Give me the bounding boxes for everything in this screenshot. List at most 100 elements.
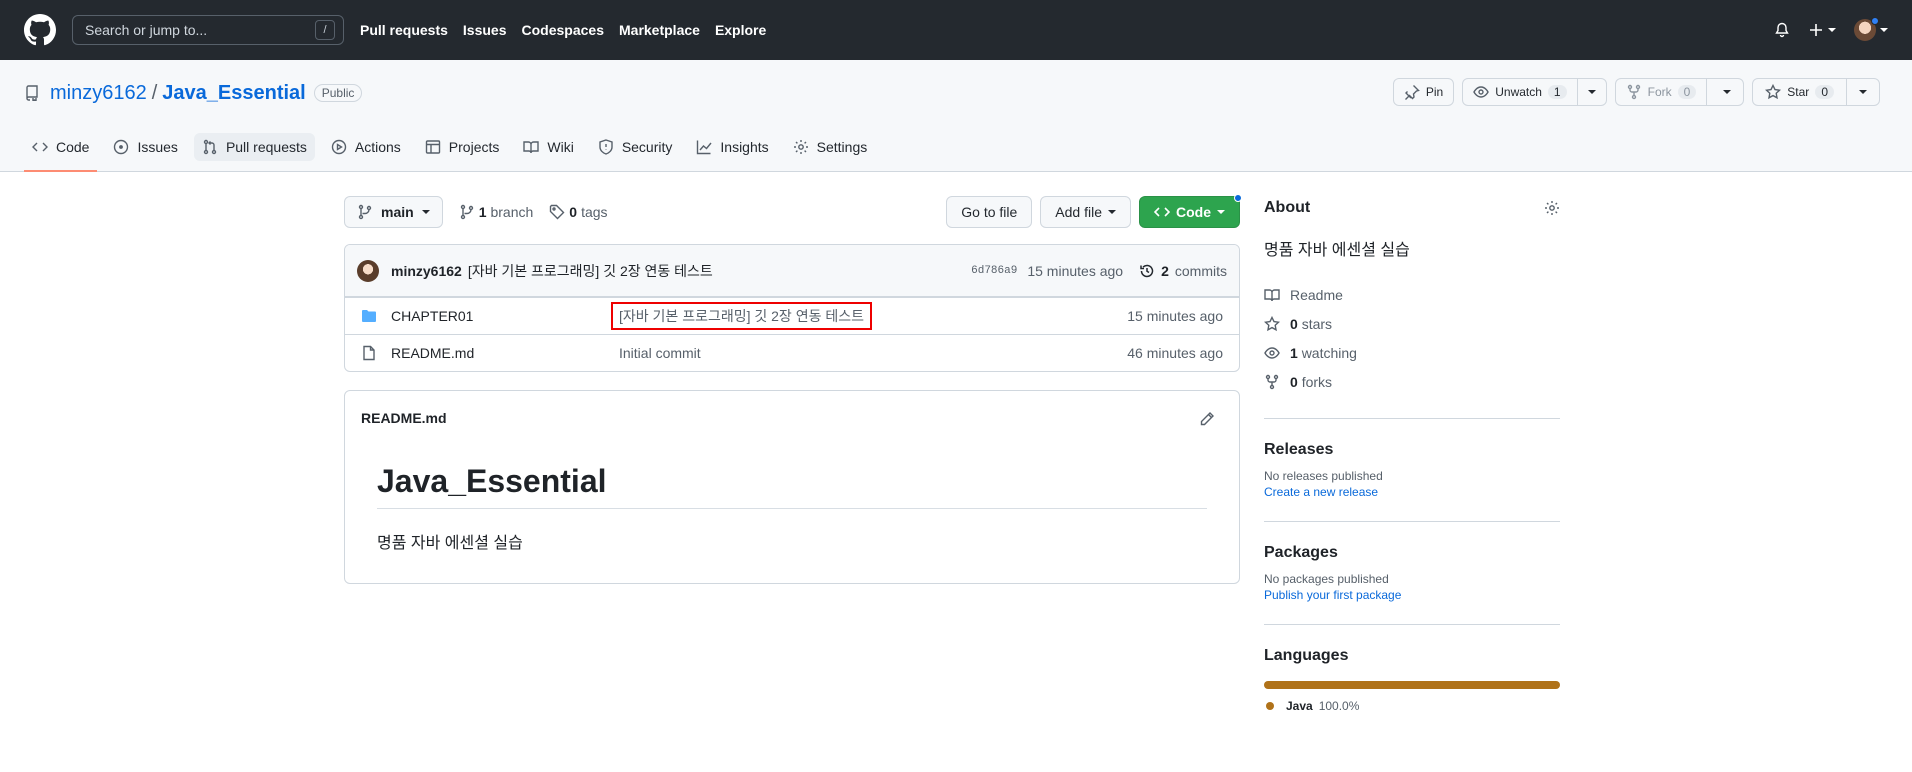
tab-insights[interactable]: Insights [688,123,776,171]
readme-heading: Java_Essential [377,463,1207,509]
commit-sha[interactable]: 6d786a9 [971,265,1017,277]
file-row[interactable]: CHAPTER01 [자바 기본 프로그래밍] 깃 2장 연동 테스트 15 m… [345,297,1239,334]
fork-dropdown[interactable] [1706,79,1743,105]
user-menu[interactable] [1854,17,1888,41]
file-icon [363,345,375,361]
language-item[interactable]: Java 100.0% [1264,699,1560,713]
star-counter: 0 [1815,85,1834,99]
forks-label: forks [1301,373,1333,390]
file-age: 15 minutes ago [1127,308,1223,324]
commits-link[interactable]: 2 commits [1139,263,1227,279]
tab-wiki[interactable]: Wiki [515,123,581,171]
search-input[interactable]: Search or jump to... / [72,15,344,45]
file-commit-message[interactable]: [자바 기본 프로그래밍] 깃 2장 연동 테스트 [611,302,1127,330]
global-nav-issues[interactable]: Issues [463,22,507,38]
shield-icon [599,139,613,155]
github-logo-icon[interactable] [24,14,56,46]
tab-settings-label: Settings [816,139,868,155]
pin-button[interactable]: Pin [1392,78,1455,106]
unwatch-button[interactable]: Unwatch 1 [1463,79,1576,105]
unwatch-dropdown[interactable] [1576,79,1606,105]
go-to-file-button[interactable]: Go to file [946,196,1033,228]
language-bar [1264,681,1560,689]
header-right [1774,17,1888,41]
bell-icon[interactable] [1774,22,1790,38]
readme-link[interactable]: Readme [1264,280,1560,309]
pull-request-icon [203,139,217,155]
languages-title: Languages [1264,647,1349,664]
tags-link[interactable]: 0 tags [549,204,608,220]
branch-icon [358,204,372,220]
tab-projects[interactable]: Projects [417,123,508,171]
commit-count-label: commits [1174,262,1227,279]
create-release-link[interactable]: Create a new release [1264,485,1560,499]
tab-pull-requests-label: Pull requests [225,139,307,155]
star-icon [1765,84,1782,100]
tab-code[interactable]: Code [24,123,98,172]
gear-icon[interactable] [1544,200,1560,216]
file-name-cell: CHAPTER01 [361,308,619,324]
fork-button-group: Fork 0 [1614,78,1745,106]
releases-title[interactable]: Releases [1264,441,1560,459]
forks-link[interactable]: 0 forks [1264,367,1560,396]
create-new-menu[interactable] [1808,22,1836,38]
tab-projects-label: Projects [448,139,500,155]
global-nav-marketplace[interactable]: Marketplace [619,22,700,38]
commit-author-avatar[interactable] [357,259,379,282]
forks-count: 0 [1290,373,1298,390]
fork-button[interactable]: Fork 0 [1616,79,1707,105]
plus-icon [1810,24,1822,36]
repo-header: minzy6162 / Java_Essential Public Pin Un… [0,60,1912,172]
language-percent: 100.0% [1318,699,1360,713]
file-age: 46 minutes ago [1127,345,1223,361]
tag-count-label: tags [581,204,608,220]
branch-selector[interactable]: main [344,196,443,228]
tab-actions[interactable]: Actions [323,123,409,171]
global-nav-pull-requests[interactable]: Pull requests [360,22,448,38]
status-dot [1871,17,1879,25]
tab-security[interactable]: Security [590,123,681,171]
file-name[interactable]: README.md [391,345,474,361]
fork-icon [1265,374,1279,389]
pencil-icon[interactable] [1199,411,1215,427]
watching-count: 1 [1290,344,1298,361]
star-dropdown[interactable] [1846,79,1879,105]
file-name-cell: README.md [361,345,619,361]
global-nav-codespaces[interactable]: Codespaces [522,22,604,38]
repo-sidebar: About 명품 자바 에센셜 실습 Readme 0 stars 1 watc… [1264,196,1560,713]
gear-icon [793,140,808,154]
add-file-button[interactable]: Add file [1040,196,1131,228]
tab-settings[interactable]: Settings [785,123,876,171]
commit-meta: 6d786a9 15 minutes ago 2 commits [971,263,1227,279]
publish-package-link[interactable]: Publish your first package [1264,588,1560,602]
repo-owner-link[interactable]: minzy6162 [50,82,147,105]
commit-age: 15 minutes ago [1027,262,1124,279]
packages-title[interactable]: Packages [1264,544,1560,562]
repo-tabs: Code Issues Pull requests Actions Projec… [24,123,883,172]
tab-pull-requests[interactable]: Pull requests [193,133,315,161]
repo-name-link[interactable]: Java_Essential [162,82,305,105]
file-row[interactable]: README.md Initial commit 46 minutes ago [345,334,1239,371]
code-button[interactable]: Code [1139,194,1242,228]
repo-actions: Pin Unwatch 1 Fork 0 Star 0 [1392,78,1880,106]
star-icon [1264,315,1280,331]
sidebar-divider [1264,624,1560,625]
file-commit-message[interactable]: Initial commit [619,345,1127,361]
file-navigation: main 1 branch 0 tags Go to file Add file… [344,194,1242,228]
book-icon [523,141,540,154]
commit-author[interactable]: minzy6162 [391,263,462,279]
star-button[interactable]: Star 0 [1753,79,1846,105]
file-name[interactable]: CHAPTER01 [391,308,473,324]
tab-security-label: Security [621,139,673,155]
global-nav: Pull requests Issues Codespaces Marketpl… [360,22,781,38]
tab-issues-label: Issues [137,139,178,155]
branches-link[interactable]: 1 branch [459,204,533,220]
repo-description: 명품 자바 에센셜 실습 [1264,242,1410,259]
tab-issues[interactable]: Issues [105,123,185,171]
commit-message[interactable]: [자바 기본 프로그래밍] 깃 2장 연동 테스트 [468,261,713,281]
stars-link[interactable]: 0 stars [1264,309,1560,338]
readme-filename[interactable]: README.md [361,410,447,426]
watching-link[interactable]: 1 watching [1264,338,1560,367]
fork-label: Fork [1647,85,1672,99]
global-nav-explore[interactable]: Explore [715,22,766,38]
